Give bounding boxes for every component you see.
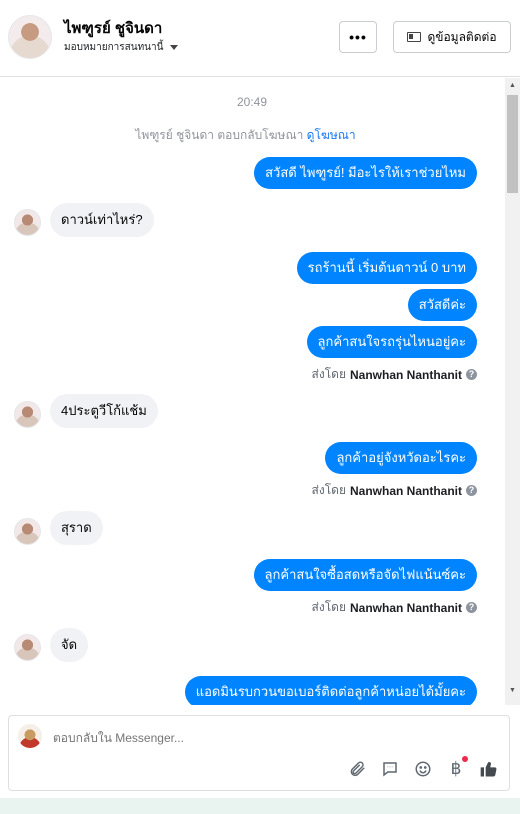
contact-name[interactable]: ไพฑูรย์ ชูจินดา [64,16,162,40]
sent-by-label: ส่งโดย Nanwhan Nanthanit ? [312,598,477,617]
sent-by-name: Nanwhan Nanthanit [349,367,462,382]
thumbs-up-icon[interactable] [479,759,499,779]
view-contact-info-label: ดูข้อมูลติดต่อ [427,29,497,44]
scroll-up-arrow-icon[interactable]: ▲ [505,82,520,89]
scroll-down-arrow-icon[interactable]: ▼ [505,687,520,694]
ad-reply-notice: ไพฑูรย์ ชูจินดา ตอบกลับโฆษณา ดูโฆษณา [0,126,491,145]
ad-reply-text: ไพฑูรย์ ชูจินดา ตอบกลับโฆษณา [135,128,304,142]
paperclip-icon[interactable] [347,759,367,779]
message-bubble-outgoing[interactable]: ลูกค้าอยู่จังหวัดอะไรคะ [325,442,477,474]
assign-label: มอบหมายการสนทนานี้ [64,42,164,53]
emoji-icon[interactable] [413,759,433,779]
conversation-header: ไพฑูรย์ ชูจินดา มอบหมายการสนทนานี้ ••• ด… [0,0,520,77]
sender-avatar [14,634,41,661]
saved-reply-icon[interactable] [380,759,400,779]
contact-avatar[interactable] [8,15,52,59]
message-bubble-outgoing[interactable]: แอดมินรบกวนขอเบอร์ติดต่อลูกค้าหน่อยได้มั… [184,676,477,705]
view-contact-info-button[interactable]: ดูข้อมูลติดต่อ [393,21,511,53]
sent-by-prefix: ส่งโดย [311,367,346,381]
message-thread: 20:49 ไพฑูรย์ ชูจินดา ตอบกลับโฆษณา ดูโฆษ… [0,78,504,705]
message-bubble-incoming[interactable]: 4ประตูวีโก้แช้ม [50,394,158,428]
message-bubble-outgoing[interactable]: ลูกค้าสนใจรถรุ่นไหนอยู่คะ [306,326,477,358]
sent-by-label: ส่งโดย Nanwhan Nanthanit ? [312,481,477,500]
message-bubble-outgoing[interactable]: รถร้านนี้ เริ่มต้นดาวน์ 0 บาท [296,252,477,284]
contact-card-icon [407,32,422,42]
baht-payment-icon[interactable]: ฿ [446,756,468,779]
sent-by-prefix: ส่งโดย [311,483,346,497]
sender-avatar [14,209,41,236]
message-bubble-incoming[interactable]: จัด [50,628,89,662]
help-icon[interactable]: ? [466,485,477,496]
sent-by-name: Nanwhan Nanthanit [349,483,462,498]
message-bubble-outgoing[interactable]: ลูกค้าสนใจซื้อสดหรือจัดไฟแน้นซ์คะ [253,559,477,591]
help-icon[interactable]: ? [466,369,477,380]
message-bubble-outgoing[interactable]: สวัสดีค่ะ [407,289,477,321]
caret-down-icon [170,45,179,50]
page-avatar [18,724,42,748]
message-bubble-incoming[interactable]: สุราด [50,511,103,545]
scroll-thumb[interactable] [507,95,518,193]
message-bubble-incoming[interactable]: ดาวน์เท่าไหร่? [50,203,154,237]
sent-by-prefix: ส่งโดย [311,600,346,614]
sent-by-name: Nanwhan Nanthanit [349,600,462,615]
view-ad-link[interactable]: ดูโฆษณา [307,128,356,142]
more-options-button[interactable]: ••• [339,21,377,53]
notification-dot [462,756,468,762]
assign-conversation-dropdown[interactable]: มอบหมายการสนทนานี้ [64,40,179,55]
message-timestamp: 20:49 [236,95,268,109]
help-icon[interactable]: ? [466,602,477,613]
thread-scrollbar[interactable]: ▲ ▼ [505,78,520,705]
reply-composer: ฿ [8,715,510,791]
message-bubble-outgoing[interactable]: สวัสดี ไพฑูรย์! มีอะไรให้เราช่วยไหม [254,157,477,189]
sender-avatar [14,518,41,545]
sender-avatar [14,401,41,428]
sent-by-label: ส่งโดย Nanwhan Nanthanit ? [312,365,477,384]
composer-toolbar: ฿ [347,756,499,779]
reply-input[interactable] [53,731,453,745]
page-footer-strip [0,798,520,814]
